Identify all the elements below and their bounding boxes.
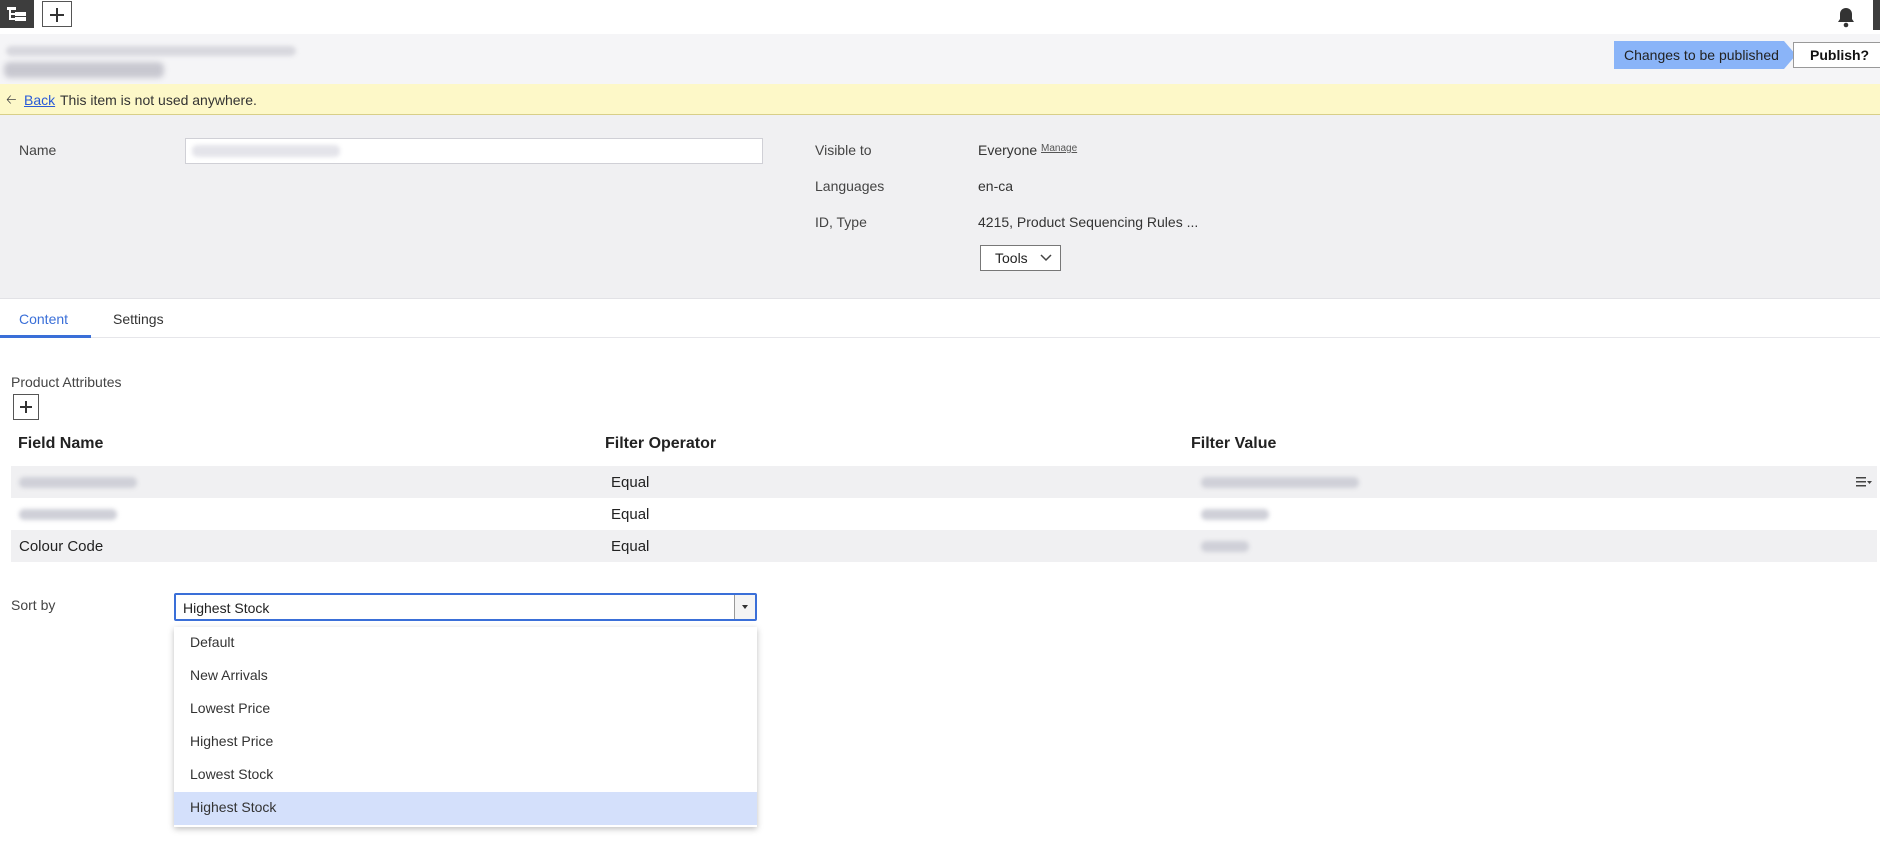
sort-selected-value: Highest Stock [183,600,270,616]
tools-button[interactable]: Tools [980,245,1061,271]
add-attribute-button[interactable] [13,394,39,420]
filter-operator-value: Equal [611,538,650,555]
field-name-value [19,509,117,520]
table-row[interactable]: Colour Code Equal [11,530,1877,562]
filter-operator-value: Equal [611,474,650,491]
visible-to-value: Everyone [978,142,1038,158]
page-title [4,62,164,78]
field-name-value: Colour Code [19,538,104,555]
sort-option-lowest-price[interactable]: Lowest Price [174,693,757,726]
sort-option-new-arrivals[interactable]: New Arrivals [174,660,757,693]
column-header-field-name: Field Name [18,435,104,452]
top-bar [0,0,1880,34]
breadcrumb[interactable] [6,46,296,56]
table-row[interactable]: Equal [11,498,1877,530]
name-value [192,145,340,157]
properties-panel: Name Visible to Everyone Manage Language… [0,115,1880,299]
add-item-button[interactable] [42,1,72,27]
table-row[interactable]: Equal [11,466,1877,498]
languages-value: en-ca [978,178,1014,194]
visible-to-label: Visible to [815,142,872,158]
notice-message: This item is not used anywhere. [60,92,257,108]
page-header: Changes to be published Publish? [0,34,1880,84]
languages-label: Languages [815,178,885,194]
tab-content[interactable]: Content [19,311,68,327]
filter-operator-value: Equal [611,506,650,523]
sort-option-highest-price[interactable]: Highest Price [174,726,757,759]
name-label: Name [19,142,57,158]
sort-by-label: Sort by [11,597,56,613]
bell-icon[interactable] [1836,6,1856,28]
sort-options-dropdown: Default New Arrivals Lowest Price Highes… [174,627,757,827]
section-label: Product Attributes [11,374,122,390]
filter-value [1201,477,1359,488]
tab-settings[interactable]: Settings [113,311,164,327]
active-tab-indicator [0,335,91,338]
tools-label: Tools [995,250,1028,266]
back-link[interactable]: Back [24,92,55,108]
field-name-value [19,477,137,488]
sort-option-highest-stock[interactable]: Highest Stock [174,792,757,825]
row-menu-icon[interactable] [1855,475,1873,489]
usage-notice: 🡠 Back This item is not used anywhere. [0,84,1880,115]
account-menu-edge[interactable] [1873,0,1880,30]
chevron-down-icon [1040,254,1052,262]
sort-option-lowest-stock[interactable]: Lowest Stock [174,759,757,792]
publish-button[interactable]: Publish? [1793,42,1880,68]
filter-value [1201,509,1269,520]
dropdown-caret-icon[interactable] [734,595,755,619]
sort-by-select[interactable]: Highest Stock [174,593,757,621]
id-type-label: ID, Type [815,214,867,230]
id-type-value: 4215, Product Sequencing Rules ... [978,214,1199,230]
tab-bar: Content Settings [0,299,1880,338]
column-header-filter-value: Filter Value [1191,435,1277,452]
status-badge: Changes to be published [1614,41,1796,69]
sort-option-default[interactable]: Default [174,627,757,660]
manage-link[interactable]: Manage [1041,143,1077,154]
tree-nav-button[interactable] [0,0,34,28]
back-arrow-icon: 🡠 [6,92,17,107]
column-header-filter-operator: Filter Operator [605,435,717,452]
filter-value [1201,541,1249,552]
tree-icon [7,7,26,21]
